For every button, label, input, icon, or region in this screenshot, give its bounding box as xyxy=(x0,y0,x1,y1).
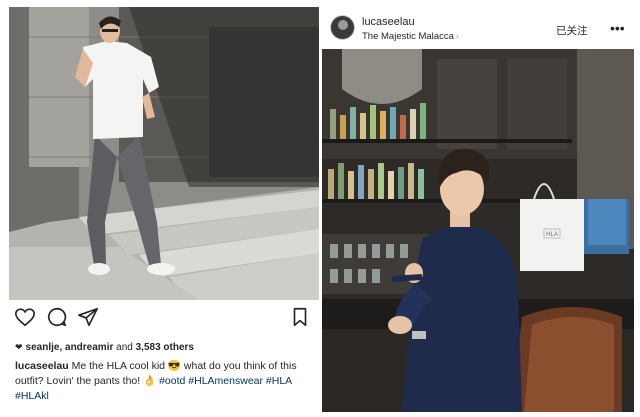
right-post-photo[interactable]: HLA xyxy=(322,49,634,412)
likes-and-text: and xyxy=(116,342,133,353)
caption-text-1: Me the HLA cool kid xyxy=(68,360,168,372)
following-button[interactable]: 已关注 xyxy=(556,23,588,38)
hashtag-hlakl[interactable]: #HLAkl xyxy=(15,390,49,402)
header-location[interactable]: The Majestic Malacca › xyxy=(362,31,459,42)
left-instagram-post: ❤ seanlje, andreamir and 3,583 others luc… xyxy=(9,7,319,412)
right-instagram-post: lucaseelau The Majestic Malacca › 已关注 ••• xyxy=(322,7,634,412)
sunglasses-emoji: 😎 xyxy=(167,360,181,372)
location-text: The Majestic Malacca xyxy=(362,31,454,42)
heart-icon: ❤ xyxy=(15,342,23,352)
hashtag-hla[interactable]: #HLA xyxy=(266,375,292,387)
hashtag-hlamenswear[interactable]: #HLAmenswear xyxy=(188,375,263,387)
left-post-photo[interactable] xyxy=(9,7,319,300)
hashtag-ootd[interactable]: #ootd xyxy=(159,375,185,387)
right-photo-illustration: HLA xyxy=(322,49,634,412)
avatar[interactable] xyxy=(330,15,355,40)
header-username[interactable]: lucaseelau xyxy=(362,16,415,28)
likes-count[interactable]: 3,583 others xyxy=(136,342,194,353)
paper-plane-icon[interactable] xyxy=(77,306,99,328)
left-post-action-bar xyxy=(9,303,319,329)
post-header: lucaseelau The Majestic Malacca › 已关注 ••• xyxy=(322,7,634,49)
bookmark-icon[interactable] xyxy=(289,306,311,328)
heart-outline-icon[interactable] xyxy=(14,306,36,328)
caption-username[interactable]: lucaseelau xyxy=(15,360,69,372)
comment-icon[interactable] xyxy=(46,306,68,328)
left-photo-illustration xyxy=(9,7,319,300)
likes-summary: ❤ seanlje, andreamir and 3,583 others xyxy=(15,342,194,353)
ok-hand-emoji: 👌 xyxy=(143,375,157,387)
bag-brand-label: HLA xyxy=(546,232,558,238)
post-caption: lucaseelau Me the HLA cool kid 😎 what do… xyxy=(15,359,315,404)
liked-by-users[interactable]: seanlje, andreamir xyxy=(26,342,114,353)
chevron-right-icon: › xyxy=(455,31,459,41)
more-options-icon[interactable]: ••• xyxy=(610,20,625,36)
